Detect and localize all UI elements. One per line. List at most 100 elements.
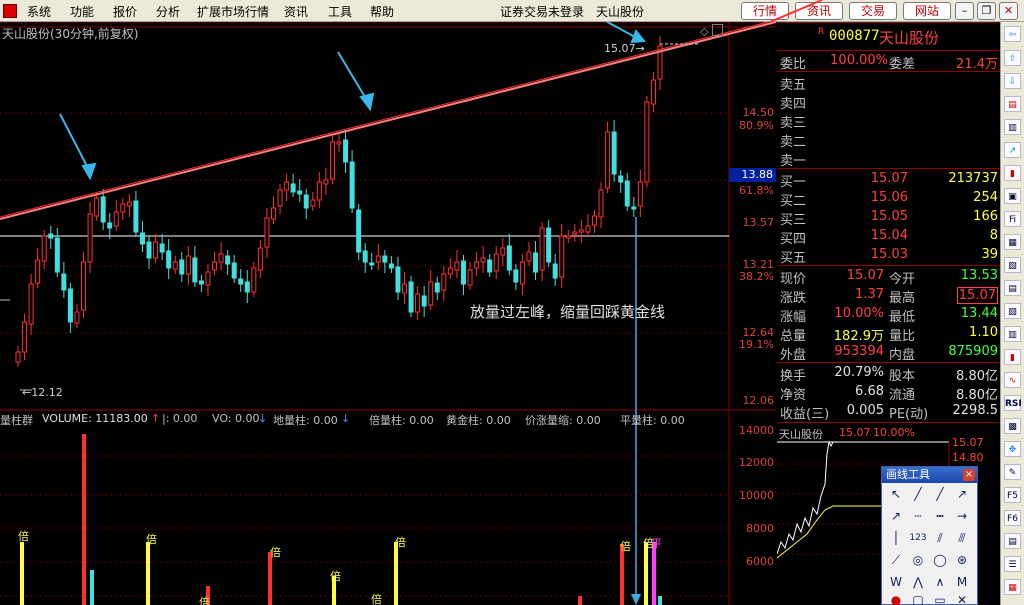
trade-button[interactable]: 交易	[849, 2, 897, 20]
finance-icon[interactable]: Fi	[1004, 211, 1021, 227]
rect-tool-icon[interactable]: ▭	[930, 591, 950, 605]
segment-tool-icon[interactable]: ╱	[930, 485, 950, 503]
drawing-tool-close-button[interactable]: ×	[963, 469, 975, 481]
bar-tag: 倍	[18, 530, 29, 543]
volume-param: 倍量柱: 0.00	[369, 414, 434, 427]
wave-w-tool-icon[interactable]: W	[886, 573, 906, 591]
arrow-up-icon[interactable]: ⇧	[1004, 50, 1021, 66]
restore-button[interactable]: ❐	[977, 2, 996, 20]
stock-code: 000877	[829, 28, 880, 44]
wave-icon[interactable]: ∿	[1004, 372, 1021, 388]
f6-button[interactable]: F6	[1004, 510, 1021, 526]
grid-icon[interactable]: ▨	[1004, 303, 1021, 319]
candle-body	[67, 288, 73, 323]
arrow-left-icon[interactable]: ⇦	[1004, 26, 1021, 42]
candle-body	[290, 183, 296, 193]
pointer-tool-icon[interactable]: ↖	[886, 485, 906, 503]
volume-bar	[82, 434, 86, 605]
candle-body	[631, 206, 637, 210]
menu-extended-market[interactable]: 扩展市场行情	[197, 3, 269, 20]
zigzag-tool-icon[interactable]: ⋀	[908, 573, 928, 591]
mark-tool-icon[interactable]: ●	[886, 591, 906, 605]
candle-body	[244, 281, 250, 293]
close-button[interactable]: ✕	[999, 2, 1018, 20]
chart-expand-icon[interactable]	[712, 24, 723, 36]
price-axis-label: 13.57	[742, 216, 775, 229]
text-tool-icon[interactable]: ▢	[908, 591, 928, 605]
cycle-tool-icon[interactable]: ⊛	[952, 551, 972, 569]
wave-m-tool-icon[interactable]: M	[952, 573, 972, 591]
drawing-tool-title[interactable]: 画线工具 ×	[882, 467, 977, 483]
erase-tool-icon[interactable]: ✕	[952, 591, 972, 605]
move-icon[interactable]: ✥	[1004, 441, 1021, 457]
candle-body	[402, 283, 408, 294]
rsi-icon[interactable]: RSI	[1004, 395, 1022, 411]
buy-row[interactable]: 买三 15.05 166	[777, 208, 1000, 228]
layout-icon[interactable]: ▤	[1004, 533, 1021, 549]
polyline-tool-icon[interactable]: ∧	[930, 573, 950, 591]
list-icon[interactable]: ☰	[1004, 556, 1021, 572]
chart-settings-icon[interactable]: ◇	[700, 25, 708, 38]
sell-row[interactable]: 卖四	[777, 92, 1000, 112]
menu-tools[interactable]: 工具	[328, 3, 352, 20]
fan-tool-icon[interactable]: ⟋	[886, 551, 906, 569]
bars-icon[interactable]: ▥	[1004, 326, 1021, 342]
candle-body	[474, 261, 480, 269]
sell-row[interactable]: 卖五	[777, 73, 1000, 93]
circle-tool-icon[interactable]: ◯	[930, 551, 950, 569]
buy-row[interactable]: 买二 15.06 254	[777, 189, 1000, 209]
menu-function[interactable]: 功能	[70, 3, 94, 20]
website-button[interactable]: 网站	[903, 2, 951, 20]
candle-body	[81, 261, 87, 311]
candle-body	[369, 262, 375, 266]
vline-tool-icon[interactable]: │	[886, 529, 906, 547]
candle-icon[interactable]: ▮	[1004, 165, 1021, 181]
menu-help[interactable]: 帮助	[370, 3, 394, 20]
f5-button[interactable]: F5	[1004, 487, 1021, 503]
arrow-down-icon[interactable]: ⇩	[1004, 73, 1021, 89]
gann-tool-icon[interactable]: ◎	[908, 551, 928, 569]
line-tool-icon[interactable]: ╱	[908, 485, 928, 503]
sell-row[interactable]: 卖二	[777, 130, 1000, 150]
hline-tool-icon[interactable]: ┄	[908, 507, 928, 525]
sell-row[interactable]: 卖一	[777, 149, 1000, 169]
candle-body	[284, 181, 290, 191]
fib-level-label: 38.2%	[739, 270, 774, 283]
ray-tool-icon[interactable]: ↗	[952, 485, 972, 503]
number-tool-icon[interactable]: 123	[908, 529, 928, 547]
drawing-tool-panel[interactable]: 画线工具 × ↖ ╱ ╱ ↗ ↗ ┄ ┅ → │ 123 ⫽ ⫻ ⟋ ◎ ◯ ⊛…	[881, 466, 978, 605]
hray-tool-icon[interactable]: →	[952, 507, 972, 525]
candle-body	[585, 225, 591, 233]
chart-area[interactable]: 天山股份(30分钟,前复权) ◇ 放量过左峰，缩量回踩黄金线 ←12.12 15…	[0, 22, 776, 605]
kline-icon[interactable]: ▥	[1004, 119, 1021, 135]
indicator-icon[interactable]: ▩	[1004, 418, 1021, 434]
menu-info[interactable]: 资讯	[284, 3, 308, 20]
window-icon[interactable]: ▣	[1004, 188, 1021, 204]
sell-row[interactable]: 卖三	[777, 111, 1000, 131]
table-icon[interactable]: ▤	[1004, 280, 1021, 296]
channel-tool-icon[interactable]: ⫽	[930, 529, 950, 547]
trend-icon[interactable]: ↗	[1004, 142, 1021, 158]
candle-body	[153, 241, 159, 259]
volume-icon[interactable]: ▮	[1004, 349, 1021, 365]
candle-body	[126, 201, 132, 207]
zoom-icon[interactable]: ▤	[1004, 96, 1021, 112]
menu-system[interactable]: 系统	[27, 3, 51, 20]
buy-row[interactable]: 买五 15.03 39	[777, 246, 1000, 266]
buy-row[interactable]: 买一 15.07 213737	[777, 170, 1000, 190]
fundamental-row: 换手 20.79% 股本 8.80亿	[780, 365, 998, 384]
buy-row[interactable]: 买四 15.04 8	[777, 227, 1000, 247]
stat-row: 涨幅 10.00% 最低 13.44	[780, 306, 998, 325]
chart-icon[interactable]: ▦	[1004, 579, 1021, 595]
menu-analysis[interactable]: 分析	[156, 3, 180, 20]
arrow-line-tool-icon[interactable]: ↗	[886, 507, 906, 525]
minimize-button[interactable]: –	[955, 2, 974, 20]
candle-body	[447, 267, 453, 275]
dotted-line-tool-icon[interactable]: ┅	[930, 507, 950, 525]
parallel-tool-icon[interactable]: ⫻	[952, 529, 972, 547]
info-doc-icon[interactable]: ▦	[1004, 234, 1021, 250]
candle-body	[375, 255, 381, 263]
pen-icon[interactable]: ✎	[1004, 464, 1021, 480]
compare-icon[interactable]: ▧	[1004, 257, 1021, 273]
menu-quotes[interactable]: 报价	[113, 3, 137, 20]
